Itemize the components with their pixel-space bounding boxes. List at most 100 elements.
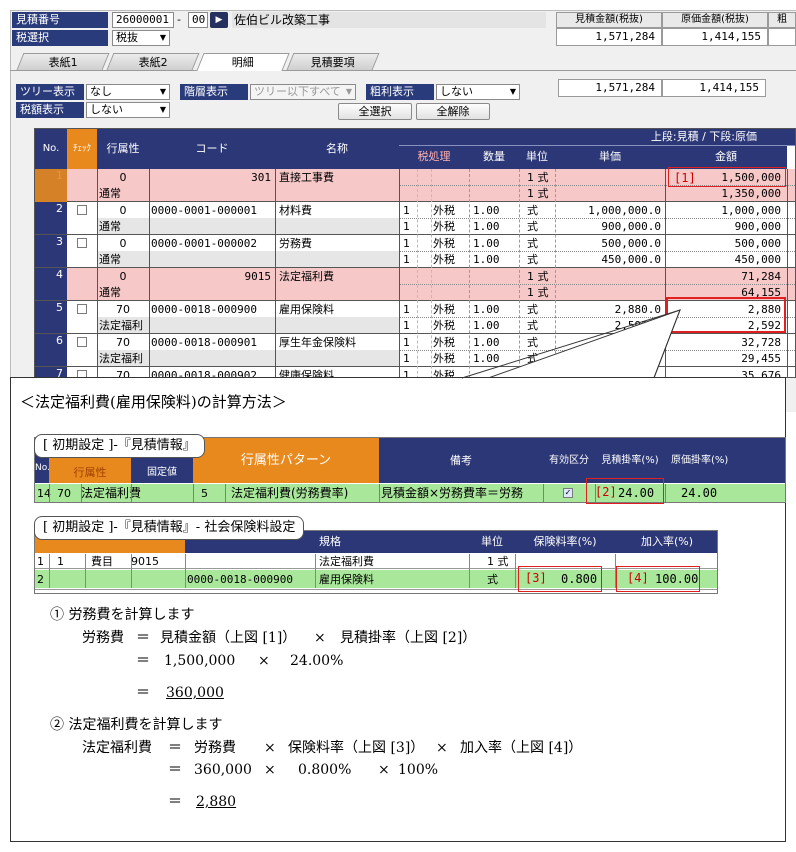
p2-r2-unit: 式 <box>487 573 498 586</box>
estimate-no-separator: - <box>177 13 181 26</box>
row-tax-code-cost: 1 <box>403 220 410 233</box>
row-name: 厚生年金保険料 <box>279 336 356 349</box>
row-amount: 1,000,000 <box>721 204 781 217</box>
tax-select[interactable]: 税抜 ▼ <box>112 30 170 46</box>
row-number: 3 <box>35 235 67 268</box>
row-tax-code-cost: 1 <box>403 352 410 365</box>
p2-r2-name: 雇用保険料 <box>319 573 374 586</box>
p1-col-lines <box>49 484 50 502</box>
tab-cover1[interactable]: 表紙1 <box>16 53 110 70</box>
row-checkbox[interactable] <box>77 238 87 248</box>
p2-r1-no: 1 <box>37 555 44 568</box>
row-tax-code-cost: 1 <box>403 319 410 332</box>
col-header-no: No. <box>35 129 67 169</box>
row-checkbox[interactable] <box>77 205 87 215</box>
col-line <box>275 169 276 377</box>
row-amount: 71,284 <box>741 270 781 283</box>
highlight-est-rate <box>586 478 664 504</box>
row-number: 6 <box>35 334 67 367</box>
level-display-select[interactable]: ツリー以下すべて ▼ <box>250 84 356 100</box>
p2-header-spec: 規格 <box>315 531 469 553</box>
row-tax-code-cost: 1 <box>403 253 410 266</box>
margin-display-select[interactable]: しない ▼ <box>436 84 520 100</box>
calc-step1: ① 労務費を計算します <box>50 607 195 623</box>
deselect-all-button[interactable]: 全解除 <box>416 103 490 120</box>
p2-r1-b: 費目 <box>91 555 113 568</box>
row-amount: 500,000 <box>734 237 781 250</box>
calc-s2-b: 保険料率（上図 [3]） <box>288 740 425 756</box>
row-amount-cost: 450,000 <box>734 253 781 266</box>
select-all-button[interactable]: 全選択 <box>338 103 412 120</box>
row-unit: 1 式 <box>527 171 549 184</box>
highlight-rate <box>518 566 602 592</box>
row-unit: 1 式 <box>527 270 549 283</box>
calc-s1-b: 見積掛率（上図 [2]） <box>340 630 477 646</box>
calc-s2-c: 加入率（上図 [4]） <box>460 740 583 756</box>
code-lower-band <box>149 317 399 333</box>
tax-subcol-line <box>417 169 418 377</box>
calc-s1-times: × <box>314 630 326 646</box>
tab-detail[interactable]: 明細 <box>196 53 290 71</box>
p1-header-cost-rate: 原価掛率(%) <box>665 438 785 483</box>
tab-requirements[interactable]: 見積要項 <box>286 53 380 70</box>
chevron-down-icon: ▼ <box>159 33 166 42</box>
row-code: 0000-0001-000002 <box>151 237 257 250</box>
row-number: 5 <box>35 301 67 334</box>
p1-pattern-name: 法定福利費(労務費率) <box>231 487 349 500</box>
p1-pattern-code: 5 <box>201 487 208 500</box>
row-unit-cost: 1 式 <box>527 286 549 299</box>
calc-s2-eq: ＝ <box>168 740 182 756</box>
row-name: 雇用保険料 <box>279 303 334 316</box>
row-attr-type: 通常 <box>99 253 121 266</box>
calc-s2-times4: × <box>378 762 390 778</box>
row-unit-cost: 式 <box>527 220 538 233</box>
callout-pointer-tip <box>461 309 681 379</box>
calc-s1-label: 労務費 <box>82 630 124 646</box>
p2-r2-code: 0000-0018-000900 <box>187 573 293 586</box>
row-tax-type-cost: 外税 <box>433 253 455 266</box>
next-arrow-icon[interactable]: ▶ <box>210 12 228 28</box>
row-checkbox[interactable] <box>77 304 87 314</box>
calc-s2-times: × <box>264 740 276 756</box>
estimate-sub-input[interactable]: 00 <box>188 12 208 28</box>
p1-header-est-rate: 見積掛率(%) <box>595 438 665 483</box>
row-unit-cost: 式 <box>527 253 538 266</box>
calc-s1-eq3: ＝ <box>136 685 150 701</box>
estimate-no-input[interactable]: 26000001 <box>112 12 174 28</box>
row-name: 労務費 <box>279 237 312 250</box>
row-unit: 式 <box>527 204 538 217</box>
tab-bar-line <box>10 70 796 71</box>
col-line <box>399 169 400 377</box>
tax-select-label: 税選択 <box>12 30 108 46</box>
p2-r1-unit: 1 式 <box>487 555 509 568</box>
row-marker-current <box>35 169 67 202</box>
row-code: 0000-0001-000001 <box>151 204 257 217</box>
row-attr: 0 <box>119 237 127 250</box>
p2-r1-name: 法定福利費 <box>319 555 374 568</box>
p1-remark: 見積金額×労務費率＝労務 <box>381 487 524 500</box>
calc-s2-eq3: ＝ <box>168 794 182 810</box>
row-attr: 0 <box>119 171 127 184</box>
p2-r1-a: 1 <box>57 555 64 568</box>
cost-amount-value: 1,414,155 <box>662 28 768 46</box>
row-price-cost: 900,000.0 <box>601 220 661 233</box>
row-number: 2 <box>35 202 67 235</box>
tree-display-select[interactable]: なし ▼ <box>86 84 170 100</box>
calc-s2-label: 法定福利費 <box>82 740 152 756</box>
row-mid-line <box>399 218 795 219</box>
row-attr-type: 法定福利 <box>99 319 143 332</box>
col-header-tax: 税処理 <box>399 145 469 169</box>
col-header-amount: 金額 <box>665 145 787 169</box>
col-line <box>787 169 788 377</box>
row-attr: 0 <box>119 204 127 217</box>
calc-s2-times2: × <box>436 740 448 756</box>
row-checkbox[interactable] <box>77 337 87 347</box>
p1-valid-checkbox[interactable]: ✓ <box>563 488 573 498</box>
calc-s2-l2b: 0.800% <box>298 762 352 778</box>
row-tax-type: 外税 <box>433 237 455 250</box>
calc-s1-l2a: 1,500,000 <box>164 653 236 669</box>
margin-value <box>768 28 796 46</box>
row-name: 法定福利費 <box>279 270 334 283</box>
tax-amount-display-select[interactable]: しない ▼ <box>86 102 170 118</box>
tab-cover2[interactable]: 表紙2 <box>106 53 200 70</box>
